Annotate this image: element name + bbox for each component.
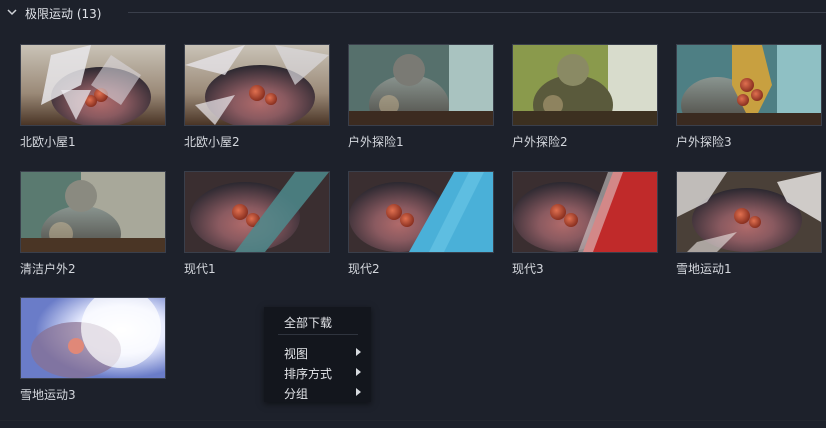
template-label: 雪地运动1 [676, 262, 732, 276]
template-thumbnail[interactable] [184, 44, 330, 126]
template-tile[interactable]: 现代2 [348, 171, 494, 276]
template-panel: 极限运动 (13) 北欧小屋1 北欧小屋2 户外探险1 户外探险2 户外探险3 … [0, 0, 826, 428]
template-thumbnail[interactable] [20, 297, 166, 379]
template-tile[interactable]: 户外探险3 [676, 44, 822, 149]
chevron-right-icon [356, 388, 361, 396]
context-menu: 全部下载 视图 排序方式 分组 [264, 307, 371, 402]
template-thumbnail[interactable] [512, 171, 658, 253]
template-thumbnail[interactable] [184, 171, 330, 253]
template-label: 北欧小屋2 [184, 135, 240, 149]
bottom-divider [0, 420, 826, 421]
chevron-right-icon [356, 368, 361, 376]
menu-item-label: 视图 [284, 347, 309, 361]
template-tile[interactable]: 现代1 [184, 171, 330, 276]
menu-item-sort[interactable]: 排序方式 [264, 362, 371, 382]
header-divider [128, 12, 826, 13]
template-thumbnail[interactable] [348, 44, 494, 126]
template-tile[interactable]: 北欧小屋2 [184, 44, 330, 149]
template-tile[interactable]: 户外探险1 [348, 44, 494, 149]
template-tile[interactable]: 雪地运动1 [676, 171, 822, 276]
template-tile[interactable]: 现代3 [512, 171, 658, 276]
menu-item-view[interactable]: 视图 [264, 342, 371, 362]
menu-item-download-all[interactable]: 全部下载 [264, 311, 371, 331]
template-thumbnail[interactable] [348, 171, 494, 253]
chevron-down-icon[interactable] [6, 6, 18, 18]
menu-item-group[interactable]: 分组 [264, 382, 371, 402]
menu-item-label: 全部下载 [284, 316, 333, 330]
menu-item-label: 分组 [284, 387, 309, 401]
template-tile[interactable]: 户外探险2 [512, 44, 658, 149]
template-label: 北欧小屋1 [20, 135, 76, 149]
template-label: 户外探险3 [676, 135, 732, 149]
template-thumbnail[interactable] [512, 44, 658, 126]
template-thumbnail[interactable] [20, 171, 166, 253]
template-label: 现代3 [512, 262, 544, 276]
template-tile[interactable]: 雪地运动3 [20, 297, 166, 402]
template-tile[interactable]: 清洁户外2 [20, 171, 166, 276]
template-thumbnail[interactable] [20, 44, 166, 126]
template-thumbnail[interactable] [676, 171, 822, 253]
chevron-right-icon [356, 348, 361, 356]
menu-separator [278, 334, 358, 335]
template-label: 现代2 [348, 262, 380, 276]
template-label: 户外探险1 [348, 135, 404, 149]
template-label: 雪地运动3 [20, 388, 76, 402]
template-label: 现代1 [184, 262, 216, 276]
group-title: 极限运动 (13) [25, 7, 102, 21]
template-tile[interactable]: 北欧小屋1 [20, 44, 166, 149]
template-label: 户外探险2 [512, 135, 568, 149]
template-label: 清洁户外2 [20, 262, 76, 276]
template-thumbnail[interactable] [676, 44, 822, 126]
menu-item-label: 排序方式 [284, 367, 333, 381]
group-header[interactable]: 极限运动 (13) [0, 0, 826, 26]
